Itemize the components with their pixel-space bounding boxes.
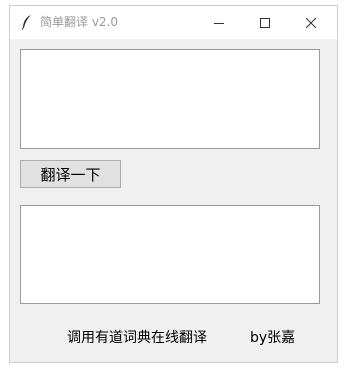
maximize-button[interactable]: [242, 6, 288, 39]
window-title: 简单翻译 v2.0: [40, 15, 119, 29]
maximize-icon: [260, 13, 270, 32]
author-label: by张嘉: [250, 330, 296, 346]
title-bar[interactable]: 简单翻译 v2.0: [10, 6, 337, 39]
source-text-input[interactable]: [20, 49, 320, 149]
translate-button[interactable]: 翻译一下: [20, 160, 121, 188]
service-label: 调用有道词典在线翻译: [67, 330, 207, 346]
translation-output[interactable]: [20, 205, 320, 304]
app-window: 简单翻译 v2.0 翻译一下 调用有道词典在线翻译 by张嘉: [9, 5, 338, 363]
feather-icon: [20, 14, 34, 30]
close-icon: [305, 13, 317, 32]
minimize-button[interactable]: [196, 6, 242, 39]
minimize-icon: [214, 13, 224, 32]
close-button[interactable]: [288, 6, 334, 39]
